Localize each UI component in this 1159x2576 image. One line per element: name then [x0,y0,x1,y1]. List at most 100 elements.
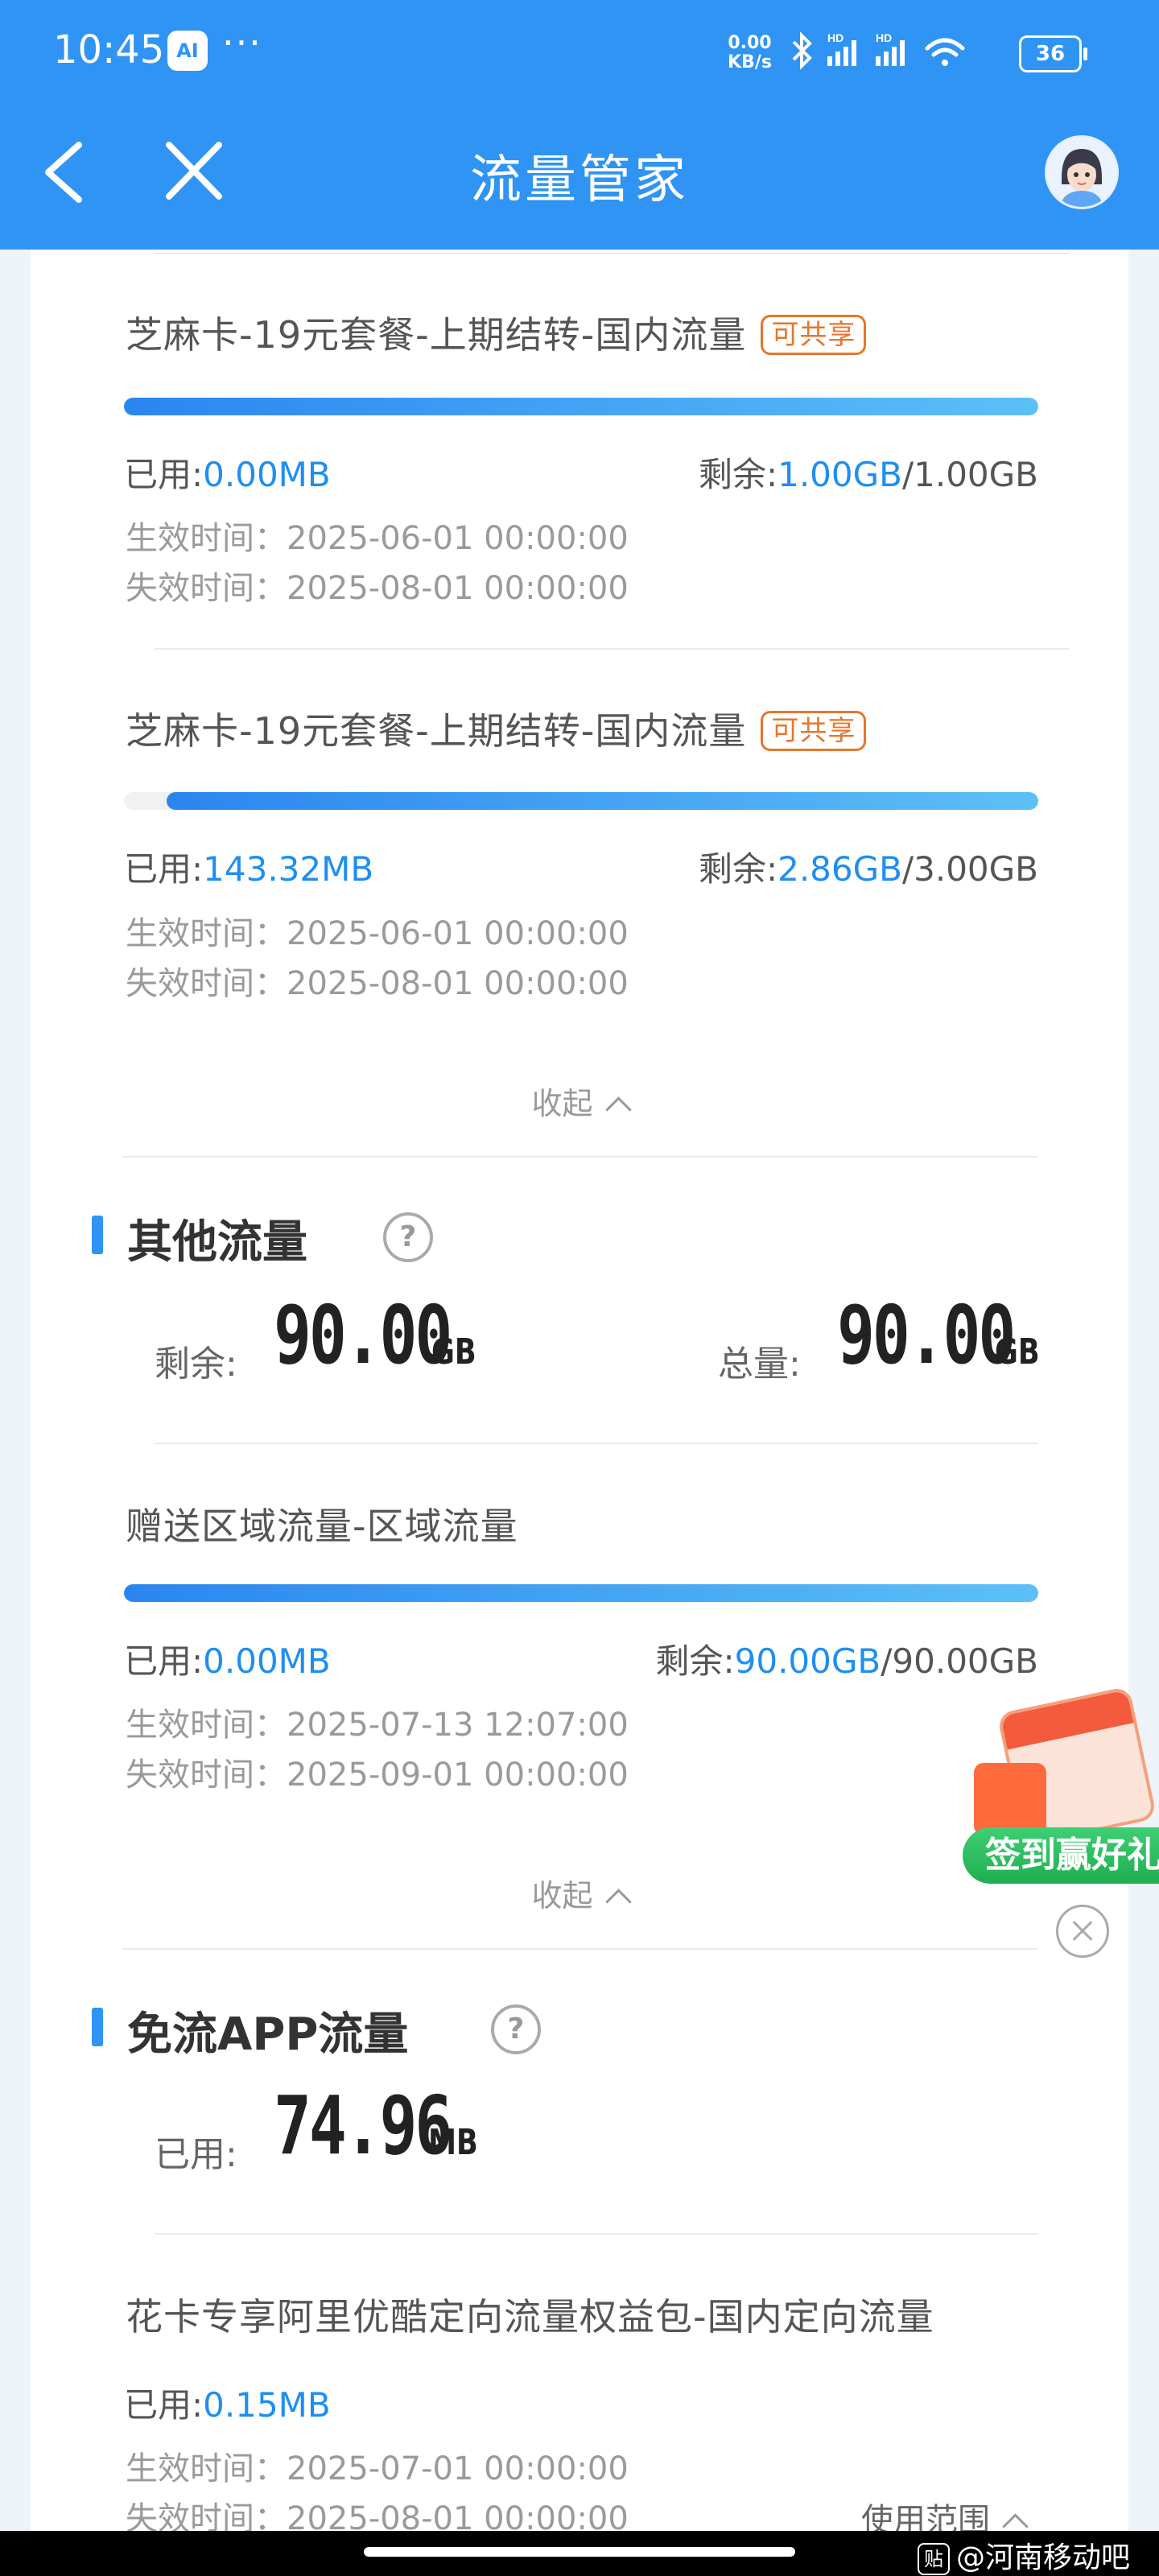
chevron-up-icon [604,1889,632,1915]
package-title: 花卡专享阿里优酷定向流量权益包-国内定向流量 [126,2295,934,2339]
usage-progress-bar [124,398,1038,415]
used-amount: 已用:0.15MB [124,2378,331,2427]
used-label: 已用: [124,2385,204,2425]
page-title: 流量管家 [470,151,689,210]
end-time: 失效时间：2025-08-01 00:00:00 [126,965,629,1002]
remain-value: 1.00GB [777,455,902,494]
tieba-logo-icon: 贴 [918,2543,950,2575]
used-label: 已用: [155,2134,237,2175]
bluetooth-icon [792,31,812,70]
network-speed-unit: KB/s [728,52,772,72]
calendar-header [1000,1690,1134,1750]
remain-amount: 90.00 [274,1288,452,1382]
divider [155,253,1069,254]
used-amount: 已用:0.00MB [124,1634,331,1683]
remain-label: 剩余: [698,849,778,889]
used-label: 已用: [124,1641,204,1681]
signal-wifi-icons: HD HD [792,31,965,70]
svg-text:HD: HD [827,31,843,44]
shareable-badge: 可共享 [761,314,867,355]
total-value: /3.00GB [901,849,1038,889]
help-icon[interactable]: ? [491,2004,541,2054]
signal-strength-icon-2: HD [876,31,905,66]
start-time: 生效时间：2025-06-01 00:00:00 [126,915,629,952]
checkin-promo-widget[interactable]: 签到赢好礼 [958,1686,1159,1892]
package-title: 芝麻卡-19元套餐-上期结转-国内流量 [126,313,747,357]
watermark-text: @河南移动吧 [956,2541,1131,2574]
total-amount: 90.00 [837,1288,1016,1382]
avatar-icon [1047,138,1116,207]
used-value: 0.15MB [203,2385,331,2425]
promo-label: 签到赢好礼 [963,1827,1159,1884]
home-indicator[interactable] [364,2547,795,2557]
used-amount: 已用:0.00MB [124,448,331,497]
used-value: 143.32MB [203,849,374,889]
network-speed: 0.00 KB/s [728,34,772,72]
help-icon[interactable]: ? [383,1212,433,1262]
usage-progress-bar [124,792,1038,810]
usage-progress-fill [124,1584,1038,1602]
total-unit: GB [995,1331,1040,1373]
package-title: 芝麻卡-19元套餐-上期结转-国内流量 [126,709,747,753]
divider [122,1948,1038,1950]
start-time: 生效时间：2025-06-01 00:00:00 [126,520,629,557]
used-value: 0.00MB [203,1641,331,1681]
remain-value: 2.86GB [777,849,902,889]
used-amount: 74.96 [274,2079,452,2173]
remain-label: 剩余: [155,1344,237,1385]
divider [155,1443,1038,1444]
used-label: 已用: [124,849,204,889]
remain-label: 剩余: [655,1641,735,1681]
assistant-avatar[interactable] [1045,135,1119,209]
package-name: 芝麻卡-19元套餐-上期结转-国内流量 可共享 [126,306,867,359]
section-title-free-app-traffic: 免流APP流量 [127,2008,409,2061]
package-title: 赠送区域流量-区域流量 [126,1505,518,1548]
package-name: 花卡专享阿里优酷定向流量权益包-国内定向流量 [126,2288,934,2341]
status-bar: 10:45 AI ··· 0.00 KB/s HD HD 36 [0,0,1159,105]
divider [155,2233,1038,2235]
shareable-badge: 可共享 [761,710,867,751]
collapse-button[interactable]: 收起 [31,1079,1128,1123]
chevron-up-icon [604,1096,632,1123]
notification-app-icon: AI [167,31,208,71]
remaining-amount: 剩余:1.00GB/1.00GB [699,448,1038,497]
section-marker [92,2008,103,2046]
signal-strength-icon-1: HD [827,31,856,66]
used-amount: 已用:143.32MB [124,842,373,891]
total-value: /1.00GB [901,455,1038,494]
used-label: 已用: [124,455,204,494]
package-name: 芝麻卡-19元套餐-上期结转-国内流量 可共享 [126,702,867,755]
used-unit: MB [428,2122,478,2163]
collapse-label: 收起 [531,1878,593,1913]
section-title-other-traffic: 其他流量 [127,1216,307,1269]
gift-icon [974,1763,1046,1835]
top-header: 10:45 AI ··· 0.00 KB/s HD HD 36 流量管家 [0,0,1159,250]
remain-value: 90.00GB [734,1641,881,1681]
total-label: 总量: [718,1344,801,1385]
battery-icon: 36 [1019,35,1087,72]
total-value: /90.00GB [881,1641,1038,1681]
remain-unit: GB [431,1331,476,1373]
remaining-amount: 剩余:2.86GB/3.00GB [699,842,1038,891]
divider [155,648,1069,650]
start-time: 生效时间：2025-07-01 00:00:00 [126,2450,629,2487]
wifi-icon [925,38,965,66]
usage-progress-bar [124,1584,1038,1602]
end-time: 失效时间：2025-09-01 00:00:00 [126,1757,629,1794]
remaining-amount: 剩余:90.00GB/90.00GB [655,1634,1038,1683]
collapse-label: 收起 [531,1086,593,1121]
start-time: 生效时间：2025-07-13 12:07:00 [126,1707,629,1744]
section-marker [92,1216,103,1254]
package-name: 赠送区域流量-区域流量 [126,1497,518,1550]
watermark: 贴 @河南移动吧 [918,2534,1130,2576]
used-value: 0.00MB [203,455,331,494]
usage-progress-fill [167,792,1038,810]
more-notifications-icon: ··· [222,21,262,64]
network-speed-value: 0.00 [728,33,772,53]
promo-close-icon[interactable] [1056,1905,1109,1958]
status-time: 10:45 [53,27,165,72]
end-time: 失效时间：2025-08-01 00:00:00 [126,570,629,607]
usage-progress-fill [124,398,1038,415]
svg-text:HD: HD [876,31,892,44]
remain-label: 剩余: [698,455,778,494]
